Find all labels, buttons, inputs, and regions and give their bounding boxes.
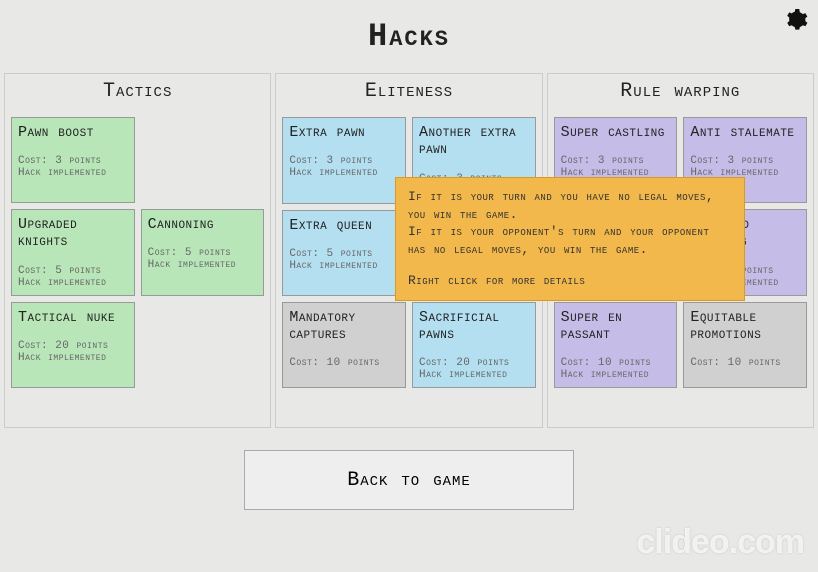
card-cost: Cost: 20 points	[18, 340, 128, 352]
card-status: Hack implemented	[18, 352, 128, 364]
card-cost: Cost: 3 points	[289, 155, 399, 167]
watermark: clideo.com	[636, 523, 804, 562]
hack-card-extra-pawn[interactable]: Extra pawn Cost: 3 points Hack implement…	[282, 117, 406, 204]
hack-card-cannoning[interactable]: Cannoning Cost: 5 points Hack implemente…	[141, 209, 265, 296]
hack-card-mandatory-captures[interactable]: Mandatory captures Cost: 10 points	[282, 302, 406, 389]
card-status: Hack implemented	[561, 369, 671, 381]
card-cost: Cost: 3 points	[561, 155, 671, 167]
card-status: Hack implemented	[289, 260, 399, 272]
tooltip-more: Right click for more details	[408, 272, 732, 290]
card-status: Hack implemented	[18, 277, 128, 289]
card-name: Anti stalemate	[690, 124, 800, 141]
hack-card-equitable-promotions[interactable]: Equitable promotions Cost: 10 points	[683, 302, 807, 389]
column-tactics: Tactics Pawn boost Cost: 3 points Hack i…	[4, 73, 271, 428]
card-cost: Cost: 10 points	[690, 357, 800, 369]
back-to-game-button[interactable]: Back to game	[244, 450, 574, 510]
card-cost: Cost: 5 points	[289, 248, 399, 260]
hack-card-pawn-boost[interactable]: Pawn boost Cost: 3 points Hack implement…	[11, 117, 135, 203]
card-cost: Cost: 5 points	[18, 265, 128, 277]
card-name: Sacrificial pawns	[419, 309, 529, 344]
card-name: Equitable promotions	[690, 309, 800, 344]
card-cost: Cost: 5 points	[148, 247, 258, 259]
card-cost: Cost: 10 points	[561, 357, 671, 369]
card-grid: Pawn boost Cost: 3 points Hack implement…	[11, 117, 264, 388]
gear-icon[interactable]	[784, 8, 808, 32]
card-name: Super en passant	[561, 309, 671, 344]
card-name: Upgraded knights	[18, 216, 128, 251]
card-name: Tactical nuke	[18, 309, 128, 326]
column-title: Tactics	[11, 80, 264, 103]
hack-card-extra-queen[interactable]: Extra queen Cost: 5 points Hack implemen…	[282, 210, 406, 296]
hack-card-sacrificial-pawns[interactable]: Sacrificial pawns Cost: 20 points Hack i…	[412, 302, 536, 389]
card-name: Another extra pawn	[419, 124, 529, 159]
card-name: Mandatory captures	[289, 309, 399, 344]
card-status: Hack implemented	[289, 167, 399, 179]
tooltip: If it is your turn and you have no legal…	[395, 177, 745, 301]
card-cost: Cost: 20 points	[419, 357, 529, 369]
tooltip-line: If it is your opponent's turn and your o…	[408, 223, 732, 258]
card-status: Hack implemented	[148, 259, 258, 271]
column-title: Eliteness	[282, 80, 535, 103]
hack-card-upgraded-knights[interactable]: Upgraded knights Cost: 5 points Hack imp…	[11, 209, 135, 296]
card-name: Super castling	[561, 124, 671, 141]
hack-card-super-en-passant[interactable]: Super en passant Cost: 10 points Hack im…	[554, 302, 678, 389]
tooltip-line: If it is your turn and you have no legal…	[408, 188, 732, 223]
page-title: Hacks	[0, 0, 818, 55]
card-status: Hack implemented	[419, 369, 529, 381]
card-name: Extra queen	[289, 217, 399, 234]
card-cost: Cost: 3 points	[690, 155, 800, 167]
card-status: Hack implemented	[18, 167, 128, 179]
card-cost: Cost: 10 points	[289, 357, 399, 369]
column-title: Rule warping	[554, 80, 807, 103]
card-name: Extra pawn	[289, 124, 399, 141]
hack-card-tactical-nuke[interactable]: Tactical nuke Cost: 20 points Hack imple…	[11, 302, 135, 388]
card-cost: Cost: 3 points	[18, 155, 128, 167]
card-name: Pawn boost	[18, 124, 128, 141]
card-name: Cannoning	[148, 216, 258, 233]
